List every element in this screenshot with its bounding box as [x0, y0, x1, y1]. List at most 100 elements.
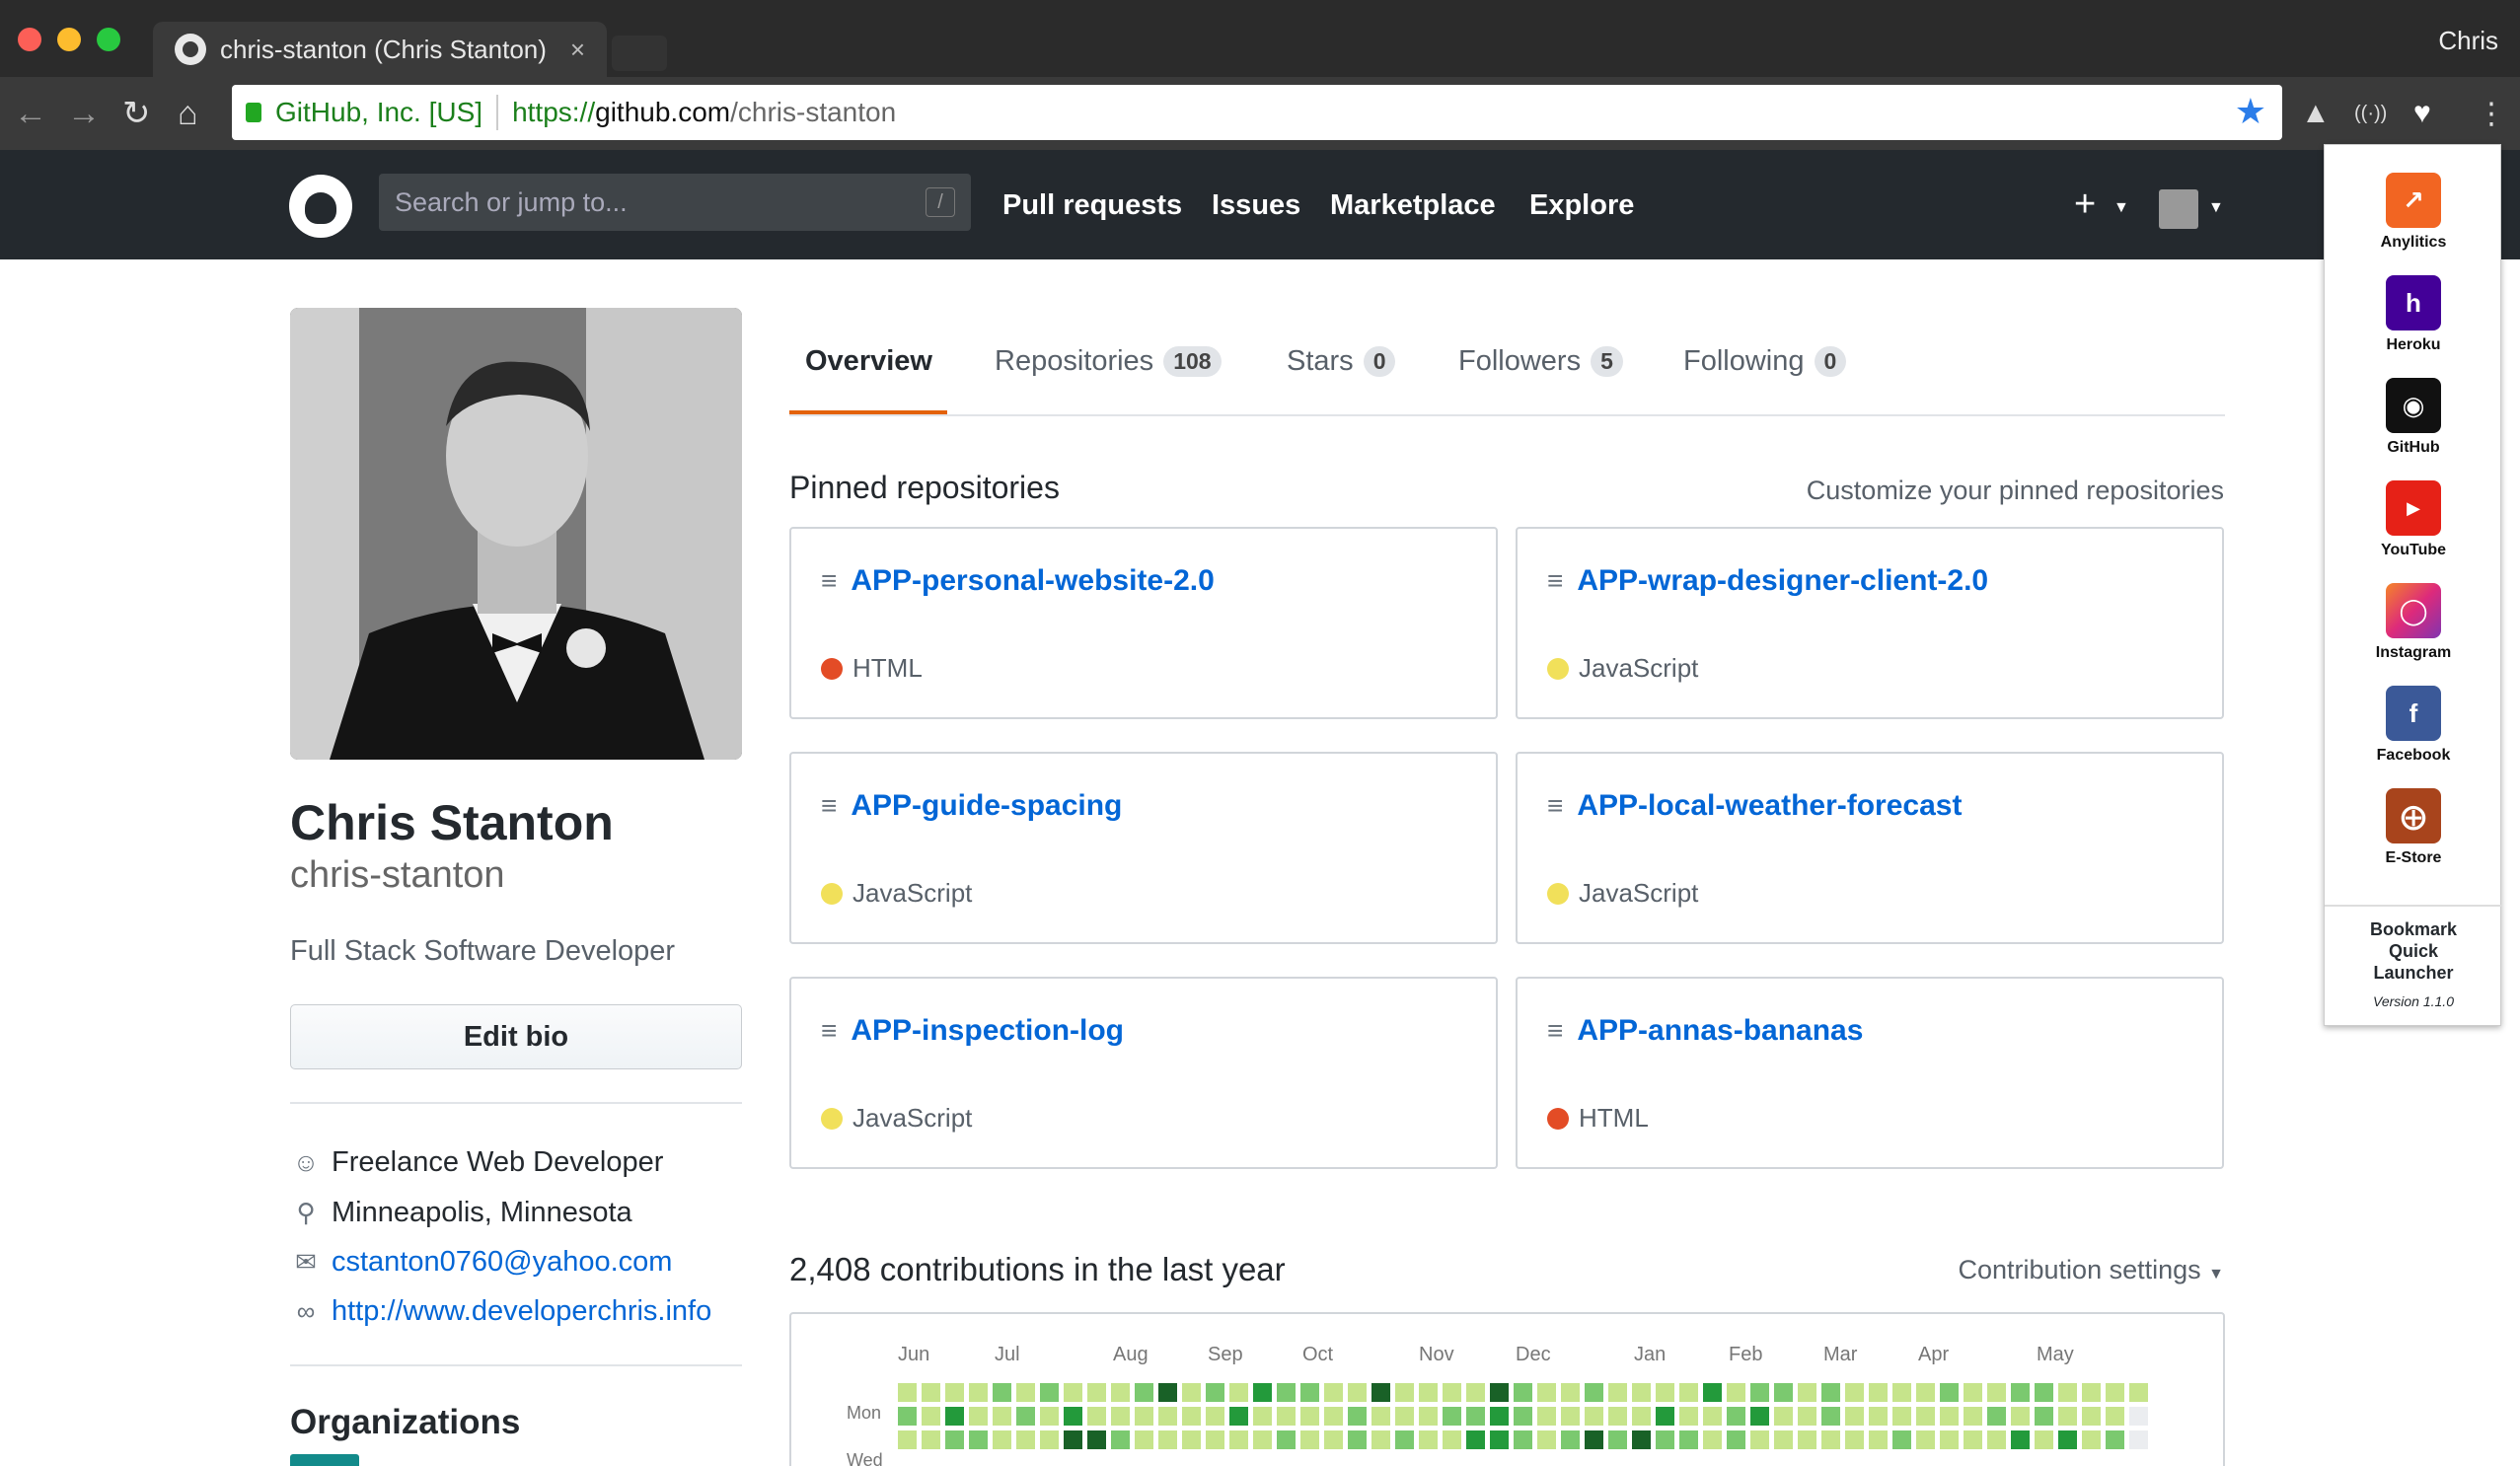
- contribution-day[interactable]: [1774, 1407, 1793, 1426]
- search-input[interactable]: Search or jump to... /: [379, 174, 971, 231]
- contribution-day[interactable]: [1892, 1430, 1911, 1449]
- contribution-day[interactable]: [1016, 1383, 1035, 1402]
- contribution-day[interactable]: [1016, 1407, 1035, 1426]
- contribution-day[interactable]: [1040, 1407, 1059, 1426]
- contribution-day[interactable]: [1158, 1383, 1177, 1402]
- contribution-day[interactable]: [898, 1430, 917, 1449]
- tab-following[interactable]: Following 0: [1683, 345, 1847, 378]
- contribution-day[interactable]: [1940, 1430, 1959, 1449]
- contribution-day[interactable]: [2106, 1383, 2124, 1402]
- email-link[interactable]: cstanton0760@yahoo.com: [332, 1246, 672, 1279]
- contribution-day[interactable]: [1443, 1430, 1461, 1449]
- tab-close-icon[interactable]: ×: [570, 35, 585, 65]
- contribution-day[interactable]: [1916, 1383, 1935, 1402]
- contribution-day[interactable]: [2082, 1383, 2101, 1402]
- contribution-day[interactable]: [1111, 1383, 1130, 1402]
- broadcast-extension-icon[interactable]: ((·)): [2354, 103, 2387, 125]
- contribution-day[interactable]: [1277, 1407, 1296, 1426]
- contribution-day[interactable]: [1514, 1407, 1532, 1426]
- chevron-down-icon[interactable]: ▼: [2208, 199, 2224, 217]
- contribution-day[interactable]: [1537, 1383, 1556, 1402]
- contribution-day[interactable]: [1300, 1407, 1319, 1426]
- customize-pinned-link[interactable]: Customize your pinned repositories: [1807, 476, 2224, 506]
- contribution-day[interactable]: [2106, 1407, 2124, 1426]
- contribution-day[interactable]: [1987, 1430, 2006, 1449]
- launcher-item-heroku[interactable]: h Heroku: [2325, 275, 2502, 354]
- repo-name-link[interactable]: APP-wrap-designer-client-2.0: [1577, 564, 1988, 598]
- contribution-day[interactable]: [1135, 1407, 1153, 1426]
- contribution-day[interactable]: [922, 1383, 940, 1402]
- contribution-day[interactable]: [1585, 1383, 1603, 1402]
- tab-overview[interactable]: Overview: [805, 345, 932, 378]
- address-bar[interactable]: GitHub, Inc. [US] https:// github.com /c…: [232, 85, 2282, 140]
- contribution-day[interactable]: [1135, 1383, 1153, 1402]
- contribution-day[interactable]: [1253, 1430, 1272, 1449]
- contribution-day[interactable]: [969, 1407, 988, 1426]
- contribution-day[interactable]: [1490, 1407, 1509, 1426]
- contribution-day[interactable]: [1229, 1383, 1248, 1402]
- website-link[interactable]: http://www.developerchris.info: [332, 1295, 711, 1328]
- organization-avatar[interactable]: [290, 1454, 359, 1466]
- launcher-item-github[interactable]: ◉ GitHub: [2325, 378, 2502, 457]
- contribution-day[interactable]: [1869, 1430, 1888, 1449]
- contribution-day[interactable]: [1490, 1430, 1509, 1449]
- contribution-day[interactable]: [1821, 1383, 1840, 1402]
- back-arrow-icon[interactable]: ←: [14, 97, 47, 130]
- user-avatar-small[interactable]: [2159, 189, 2198, 229]
- contribution-day[interactable]: [1656, 1383, 1674, 1402]
- contribution-day[interactable]: [1750, 1383, 1769, 1402]
- contribution-day[interactable]: [1182, 1383, 1201, 1402]
- contribution-day[interactable]: [2011, 1407, 2030, 1426]
- contribution-day[interactable]: [1371, 1407, 1390, 1426]
- contribution-day[interactable]: [1253, 1407, 1272, 1426]
- contribution-day[interactable]: [1158, 1430, 1177, 1449]
- contribution-day[interactable]: [1964, 1407, 1982, 1426]
- contribution-day[interactable]: [1466, 1407, 1485, 1426]
- contribution-day[interactable]: [1206, 1383, 1224, 1402]
- contribution-day[interactable]: [1182, 1430, 1201, 1449]
- github-logo-icon[interactable]: [289, 175, 352, 238]
- contribution-day[interactable]: [1514, 1383, 1532, 1402]
- contribution-day[interactable]: [1253, 1383, 1272, 1402]
- contribution-day[interactable]: [1845, 1383, 1864, 1402]
- contribution-day[interactable]: [1561, 1407, 1580, 1426]
- launcher-item-facebook[interactable]: f Facebook: [2325, 686, 2502, 765]
- contribution-day[interactable]: [2058, 1407, 2077, 1426]
- contribution-day[interactable]: [1727, 1407, 1745, 1426]
- contribution-day[interactable]: [1348, 1430, 1367, 1449]
- contribution-day[interactable]: [2129, 1407, 2148, 1426]
- contribution-day[interactable]: [1040, 1430, 1059, 1449]
- contribution-day[interactable]: [1324, 1407, 1343, 1426]
- contribution-day[interactable]: [922, 1430, 940, 1449]
- contribution-day[interactable]: [1064, 1407, 1082, 1426]
- contribution-day[interactable]: [969, 1430, 988, 1449]
- contribution-day[interactable]: [1158, 1407, 1177, 1426]
- contribution-settings-dropdown[interactable]: Contribution settings ▼: [1959, 1255, 2225, 1285]
- contribution-day[interactable]: [1371, 1430, 1390, 1449]
- contribution-day[interactable]: [1916, 1407, 1935, 1426]
- contribution-day[interactable]: [1632, 1383, 1651, 1402]
- repo-name-link[interactable]: APP-guide-spacing: [851, 789, 1122, 823]
- repo-name-link[interactable]: APP-local-weather-forecast: [1577, 789, 1962, 823]
- contribution-day[interactable]: [1656, 1407, 1674, 1426]
- contribution-day[interactable]: [1537, 1430, 1556, 1449]
- contribution-day[interactable]: [1585, 1430, 1603, 1449]
- contribution-day[interactable]: [1703, 1430, 1722, 1449]
- nav-pull-requests[interactable]: Pull requests: [1002, 189, 1182, 222]
- contribution-day[interactable]: [1395, 1407, 1414, 1426]
- contribution-day[interactable]: [1821, 1407, 1840, 1426]
- forward-arrow-icon[interactable]: →: [67, 97, 101, 130]
- contribution-day[interactable]: [1821, 1430, 1840, 1449]
- contribution-day[interactable]: [1964, 1430, 1982, 1449]
- contribution-day[interactable]: [1845, 1430, 1864, 1449]
- bookmark-star-icon[interactable]: ★: [2235, 91, 2266, 132]
- contribution-day[interactable]: [1087, 1430, 1106, 1449]
- contribution-day[interactable]: [1679, 1407, 1698, 1426]
- browser-user-label[interactable]: Chris: [2438, 26, 2498, 56]
- contribution-day[interactable]: [1585, 1407, 1603, 1426]
- contribution-day[interactable]: [1561, 1383, 1580, 1402]
- home-icon[interactable]: ⌂: [178, 97, 198, 130]
- contribution-day[interactable]: [1892, 1383, 1911, 1402]
- contribution-day[interactable]: [1300, 1383, 1319, 1402]
- contribution-day[interactable]: [1727, 1383, 1745, 1402]
